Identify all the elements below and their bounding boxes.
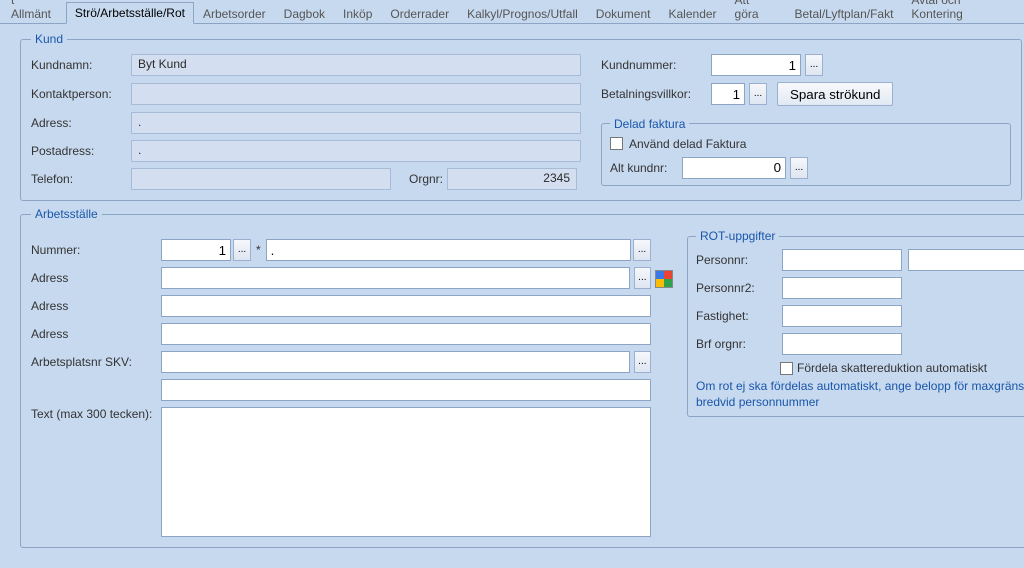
personnr-field[interactable] — [782, 249, 902, 271]
orgnr-label: Orgnr: — [395, 172, 443, 186]
map-icon[interactable] — [655, 270, 673, 288]
kundnummer-lookup-button[interactable]: ... — [805, 54, 823, 76]
text-field[interactable] — [161, 407, 651, 537]
tab-orderrader[interactable]: Orderrader — [381, 3, 458, 24]
tab-dokument[interactable]: Dokument — [587, 3, 660, 24]
adress3-field[interactable] — [161, 323, 651, 345]
betalningsvillkor-label: Betalningsvillkor: — [601, 87, 711, 101]
delad-faktura-legend: Delad faktura — [610, 117, 689, 131]
brf-orgnr-field[interactable] — [782, 333, 902, 355]
tab-arbetsorder[interactable]: Arbetsorder — [194, 3, 275, 24]
telefon-label: Telefon: — [31, 172, 131, 186]
nummer-field[interactable] — [161, 239, 231, 261]
tab-stro-arbetsstalle-rot[interactable]: Strö/Arbetsställe/Rot — [66, 2, 194, 24]
adress2-label: Adress — [31, 299, 161, 313]
kundnamn-field: Byt Kund — [131, 54, 581, 76]
orgnr-field: 2345 — [447, 168, 577, 190]
anvand-delad-checkbox[interactable] — [610, 137, 623, 150]
adress1-field[interactable] — [161, 267, 630, 289]
alt-kundnr-field[interactable] — [682, 157, 786, 179]
arbetsstalle-legend: Arbetsställe — [31, 207, 102, 221]
adress1-lookup-button[interactable]: ... — [634, 267, 651, 289]
spara-strokund-button[interactable]: Spara strökund — [777, 82, 893, 106]
anvand-delad-label: Använd delad Faktura — [629, 137, 746, 151]
rot-hint-text: Om rot ej ska fördelas automatiskt, ange… — [696, 379, 1024, 410]
tab-kalender[interactable]: Kalender — [660, 3, 726, 24]
arbetsplatsnr-skv-label: Arbetsplatsnr SKV: — [31, 355, 161, 369]
extra-field[interactable] — [161, 379, 651, 401]
tab-allmant[interactable]: t Allmänt — [2, 0, 66, 24]
fordela-checkbox[interactable] — [780, 362, 793, 375]
adress2-field[interactable] — [161, 295, 651, 317]
skv-lookup-button[interactable]: ... — [634, 351, 651, 373]
kontaktperson-field — [131, 83, 581, 105]
betalningsvillkor-field[interactable] — [711, 83, 745, 105]
fordela-label: Fördela skattereduktion automatiskt — [797, 361, 987, 375]
adress3-label: Adress — [31, 327, 161, 341]
alt-kundnr-lookup-button[interactable]: ... — [790, 157, 808, 179]
kundnamn-label: Kundnamn: — [31, 58, 131, 72]
betalningsvillkor-lookup-button[interactable]: ... — [749, 83, 767, 105]
brf-orgnr-label: Brf orgnr: — [696, 337, 776, 351]
tab-att-gora[interactable]: Att göra — [726, 0, 786, 24]
kundnummer-label: Kundnummer: — [601, 58, 711, 72]
kontaktperson-label: Kontaktperson: — [31, 87, 131, 101]
arbetsstalle-group: Arbetsställe Nummer: ... * ... Adress ..… — [20, 207, 1024, 548]
nummer-extra-lookup-button[interactable]: ... — [633, 239, 651, 261]
rot-group: ROT-uppgifter Personnr: Personnr2: Fasti… — [687, 229, 1024, 417]
tab-kalkyl[interactable]: Kalkyl/Prognos/Utfall — [458, 3, 587, 24]
adress-label: Adress: — [31, 116, 131, 130]
telefon-field — [131, 168, 391, 190]
personnr-extra-field[interactable] — [908, 249, 1024, 271]
adress1-label: Adress — [31, 271, 161, 285]
postadress-field: . — [131, 140, 581, 162]
kund-group: Kund Kundnamn: Byt Kund Kundnummer: ... … — [20, 32, 1022, 201]
arbetsplatsnr-skv-field[interactable] — [161, 351, 630, 373]
nummer-extra-field[interactable] — [266, 239, 631, 261]
kundnummer-field[interactable] — [711, 54, 801, 76]
rot-legend: ROT-uppgifter — [696, 229, 779, 243]
tab-bar: t Allmänt Strö/Arbetsställe/Rot Arbetsor… — [0, 0, 1024, 24]
delad-faktura-group: Delad faktura Använd delad Faktura Alt k… — [601, 117, 1011, 186]
postadress-label: Postadress: — [31, 144, 131, 158]
personnr2-field[interactable] — [782, 277, 902, 299]
personnr-label: Personnr: — [696, 253, 776, 267]
kund-legend: Kund — [31, 32, 67, 46]
nummer-label: Nummer: — [31, 243, 161, 257]
tab-dagbok[interactable]: Dagbok — [275, 3, 334, 24]
tab-inkop[interactable]: Inköp — [334, 3, 381, 24]
fastighet-field[interactable] — [782, 305, 902, 327]
nummer-separator: * — [253, 243, 264, 257]
text-label: Text (max 300 tecken): — [31, 407, 161, 421]
nummer-lookup-button[interactable]: ... — [233, 239, 251, 261]
fastighet-label: Fastighet: — [696, 309, 776, 323]
personnr2-label: Personnr2: — [696, 281, 776, 295]
adress-field: . — [131, 112, 581, 134]
alt-kundnr-label: Alt kundnr: — [610, 161, 678, 175]
tab-betal[interactable]: Betal/Lyftplan/Fakt — [785, 3, 902, 24]
tab-avtal[interactable]: Avtal och Kontering — [902, 0, 1024, 24]
